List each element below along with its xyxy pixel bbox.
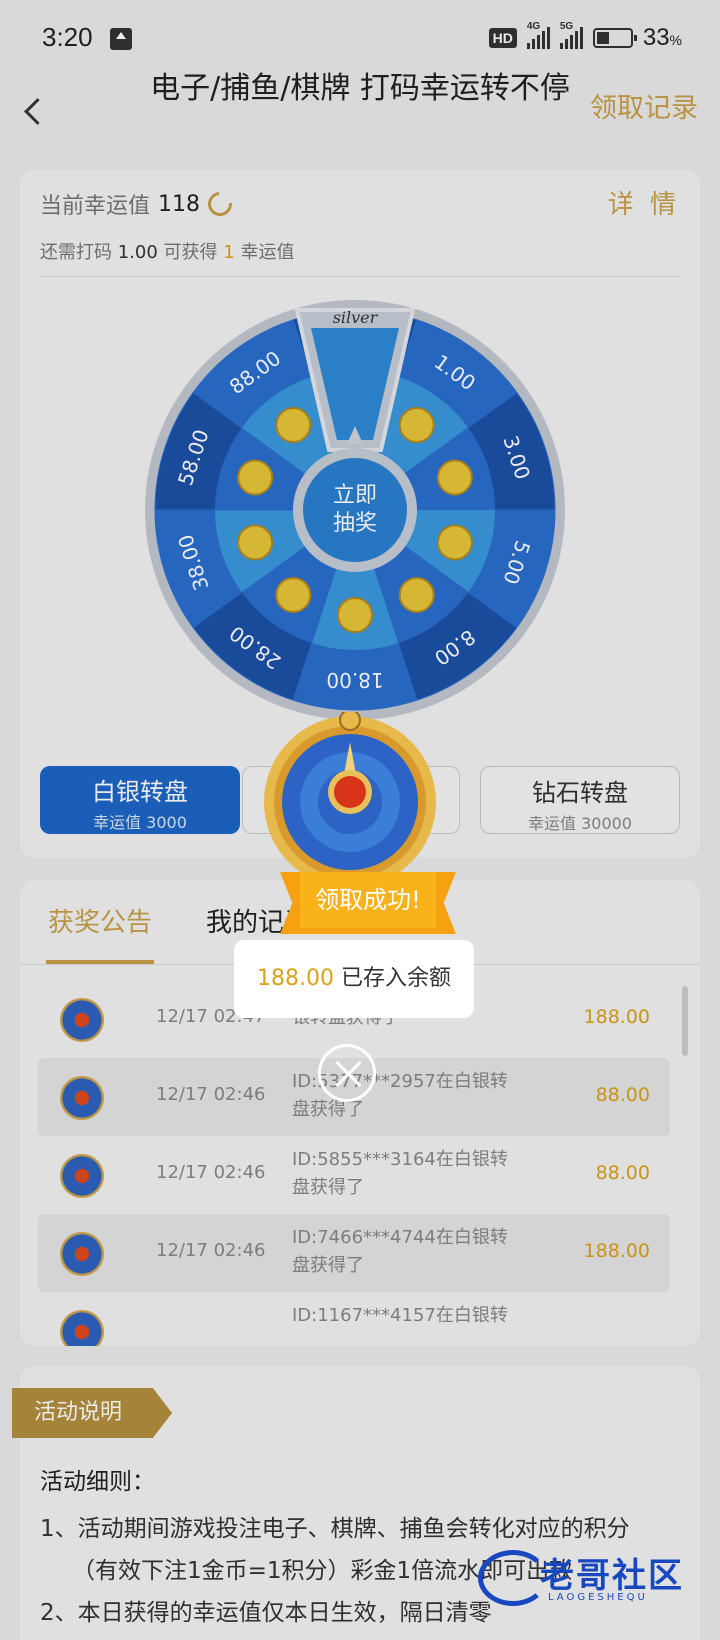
close-popup-button[interactable] bbox=[318, 1044, 376, 1102]
badge-top-gem bbox=[339, 712, 361, 731]
badge-center-gem bbox=[334, 776, 366, 808]
success-toast: 188.00 已存入余额 bbox=[234, 940, 474, 1018]
won-message: 已存入余额 bbox=[340, 966, 451, 991]
won-amount: 188.00 bbox=[257, 966, 334, 991]
prize-badge bbox=[264, 712, 436, 882]
success-ribbon-label: 领取成功! bbox=[300, 872, 436, 928]
